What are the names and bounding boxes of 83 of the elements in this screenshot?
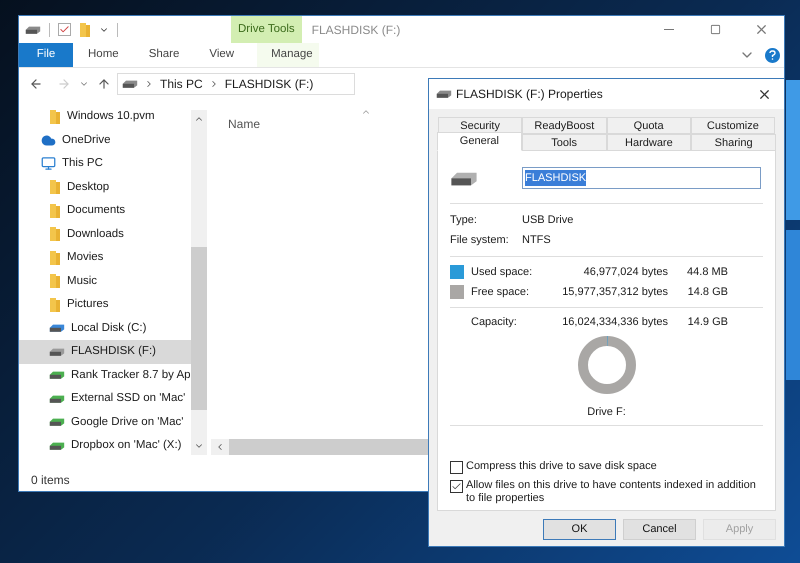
checkbox[interactable]: [450, 460, 463, 474]
contextual-tab-group: Drive Tools: [231, 16, 302, 43]
folder-icon: [49, 273, 61, 290]
dialog-tab[interactable]: ReadyBoost: [522, 117, 606, 134]
ribbon-tab[interactable]: File: [19, 43, 73, 67]
dialog-tab[interactable]: Customize: [690, 117, 775, 134]
nav-item[interactable]: Local Disk (C:): [19, 316, 191, 340]
nav-item[interactable]: Pictures: [19, 293, 191, 316]
drive-icon: [49, 440, 65, 451]
nav-item[interactable]: Windows 10.pvm: [19, 105, 191, 128]
dialog-tab[interactable]: Sharing: [691, 134, 776, 151]
breadcrumb[interactable]: This PC: [160, 75, 203, 93]
space-bytes: 46,977,024 bytes: [582, 264, 668, 280]
drive-icon: [122, 79, 138, 89]
ribbon-tab[interactable]: Manage: [257, 43, 320, 67]
checkbox-label[interactable]: Compress this drive to save disk space: [466, 460, 756, 472]
monitor-icon: [41, 156, 56, 172]
usage-donut-chart: [578, 336, 636, 394]
minimize-icon: [664, 29, 674, 30]
dialog-tab[interactable]: Quota: [606, 117, 691, 134]
drive-icon: [49, 370, 65, 380]
nav-item[interactable]: Downloads: [19, 222, 191, 246]
property-label: File system:: [450, 232, 510, 248]
folder-icon: [49, 179, 61, 196]
checkbox-label[interactable]: Allow files on this drive to have contents indexed in addition to file properties: [466, 478, 756, 504]
maximize-icon: [710, 24, 720, 35]
properties-icon[interactable]: [58, 23, 71, 36]
back-icon[interactable]: [29, 77, 43, 91]
property-label: Type:: [450, 212, 478, 228]
property-value: USB Drive: [522, 212, 574, 228]
drive-name-field[interactable]: FLASHDISK: [522, 167, 761, 189]
drive-icon: [49, 346, 65, 357]
nav-item[interactable]: Movies: [19, 246, 191, 270]
folder-icon: [49, 226, 61, 242]
breadcrumb[interactable]: FLASHDISK (F:): [224, 75, 314, 93]
nav-item[interactable]: Dropbox on 'Mac' (X:): [19, 434, 191, 458]
checkbox[interactable]: [450, 480, 463, 492]
property-value: NTFS: [522, 232, 551, 248]
dialog-tab[interactable]: Tools: [522, 134, 606, 151]
ribbon-tab[interactable]: View: [194, 43, 250, 67]
address-bar[interactable]: This PC FLASHDISK (F:): [117, 73, 355, 95]
nav-item[interactable]: Google Drive on 'Mac': [19, 410, 191, 434]
dialog-button[interactable]: OK: [543, 519, 616, 540]
capacity-size: 14.9 GB: [686, 314, 728, 330]
dialog-title: FLASHDISK (F:) Properties: [456, 86, 603, 103]
nav-item[interactable]: Rank Tracker 8.7 by Ap: [19, 364, 191, 387]
capacity-bytes: 16,024,334,336 bytes: [561, 314, 668, 330]
nav-item[interactable]: OneDrive: [19, 128, 191, 152]
space-label: Used space:: [471, 264, 534, 280]
nav-item[interactable]: FLASHDISK (F:): [19, 340, 191, 364]
ribbon-tab[interactable]: Share: [134, 43, 194, 67]
space-size: 44.8 MB: [686, 264, 728, 280]
vertical-scrollbar[interactable]: [191, 110, 207, 455]
dialog-button[interactable]: Cancel: [623, 519, 696, 540]
space-size: 14.8 GB: [686, 284, 728, 300]
drive-icon: [49, 417, 65, 428]
drive-icon: [49, 394, 65, 404]
nav-item[interactable]: Documents: [19, 199, 191, 222]
status-text: 0 items: [31, 472, 70, 489]
drive-icon: [25, 24, 41, 34]
nav-item[interactable]: Desktop: [19, 176, 191, 199]
up-icon[interactable]: [97, 77, 111, 91]
drive-label: Drive F:: [587, 405, 626, 420]
dialog-tab[interactable]: Hardware: [606, 134, 692, 151]
capacity-label: Capacity:: [470, 314, 518, 330]
ribbon-tab[interactable]: Home: [73, 43, 134, 67]
help-icon[interactable]: [765, 48, 780, 62]
dialog-tab[interactable]: General: [437, 132, 522, 151]
folder-icon: [49, 108, 61, 125]
folder-icon: [49, 296, 61, 313]
cloud-icon: [41, 132, 56, 148]
window-title: FLASHDISK (F:): [312, 22, 400, 38]
drive-icon: [436, 89, 452, 99]
drive-icon: [49, 323, 65, 334]
nav-item[interactable]: This PC: [19, 152, 191, 176]
folder-icon: [49, 202, 61, 219]
folder-icon: [79, 22, 91, 38]
nav-item[interactable]: Music: [19, 270, 191, 293]
folder-icon: [49, 250, 61, 266]
space-bytes: 15,977,357,312 bytes: [561, 284, 668, 300]
column-header[interactable]: Name: [228, 117, 260, 131]
nav-item[interactable]: External SSD on 'Mac': [19, 387, 191, 410]
space-label: Free space:: [471, 284, 530, 300]
